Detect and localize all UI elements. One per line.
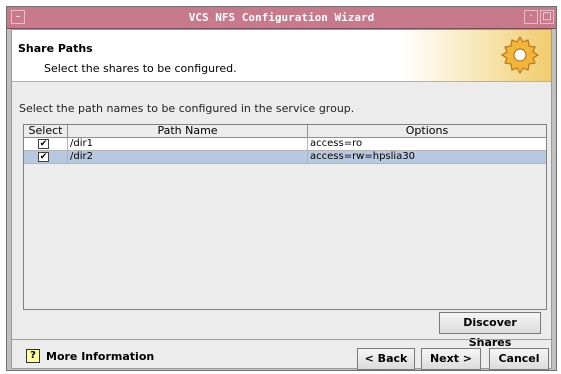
select-checkbox[interactable]: ✔ (38, 152, 49, 162)
wizard-content: Share Paths Select the shares to be conf… (11, 29, 552, 370)
window-title: VCS NFS Configuration Wizard (188, 11, 375, 24)
more-information-link[interactable]: More Information (46, 350, 154, 363)
column-header-options[interactable]: Options (308, 125, 546, 137)
table-header: Select Path Name Options (24, 125, 546, 138)
column-header-path-name[interactable]: Path Name (68, 125, 308, 137)
next-button[interactable]: Next > (421, 348, 481, 370)
discover-shares-button[interactable]: Discover Shares (439, 312, 541, 349)
page-title: Share Paths (18, 42, 93, 55)
path-name-cell: /dir2 (68, 151, 308, 163)
path-name-cell: /dir1 (68, 138, 308, 150)
footer-divider (12, 339, 551, 340)
options-cell[interactable]: access=ro (308, 138, 546, 150)
select-cell: ✔ (24, 138, 68, 150)
table-row[interactable]: ✔ /dir2 access=rw=hpslia30 (24, 151, 546, 164)
back-button[interactable]: < Back (357, 348, 415, 370)
help-icon[interactable]: ? (26, 349, 40, 363)
title-bar[interactable]: – VCS NFS Configuration Wizard · □ (7, 7, 556, 29)
gear-icon (500, 35, 540, 75)
table-row[interactable]: ✔ /dir1 access=ro (24, 138, 546, 151)
column-header-select[interactable]: Select (24, 125, 68, 137)
maximize-button[interactable]: □ (540, 10, 554, 24)
instruction-text: Select the path names to be configured i… (19, 102, 355, 115)
select-cell: ✔ (24, 151, 68, 163)
wizard-header: Share Paths Select the shares to be conf… (12, 30, 551, 82)
select-checkbox[interactable]: ✔ (38, 139, 49, 149)
page-subtitle: Select the shares to be configured. (44, 62, 237, 75)
options-cell[interactable]: access=rw=hpslia30 (308, 151, 546, 163)
wizard-window: – VCS NFS Configuration Wizard · □ Share… (6, 6, 557, 371)
cancel-button[interactable]: Cancel (489, 348, 549, 370)
shares-table: Select Path Name Options ✔ /dir1 access=… (23, 124, 547, 310)
minimize-button[interactable]: · (524, 10, 538, 24)
